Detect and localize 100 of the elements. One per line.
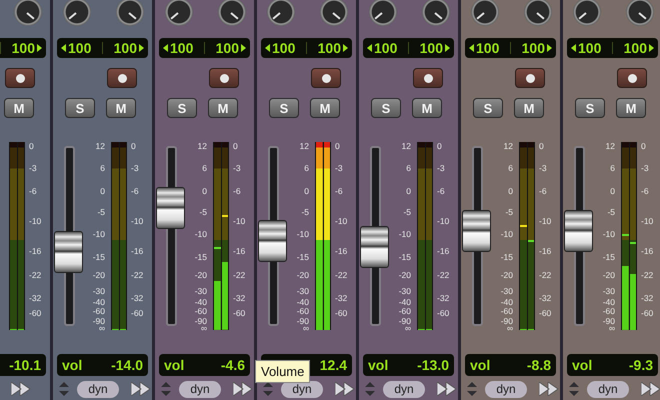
volume-label: vol (164, 357, 184, 373)
fader-scale-label: ∞ (98, 324, 105, 332)
volume-label: vol (62, 357, 82, 373)
fader-scale-label: 12 (198, 142, 207, 150)
pan-knob[interactable] (218, 0, 246, 26)
right-arrow-icon[interactable] (241, 44, 246, 52)
mute-button[interactable]: M (208, 98, 238, 118)
pan-knob[interactable] (267, 0, 295, 26)
pan-value: 100 (522, 40, 545, 56)
record-button[interactable] (311, 68, 341, 88)
right-arrow-icon[interactable] (649, 44, 654, 52)
mute-button[interactable]: M (106, 98, 136, 118)
fader-scale-label: -20 (398, 271, 411, 280)
meter-scale-label: -60 (131, 308, 144, 318)
fast-forward-icon[interactable] (233, 382, 253, 396)
right-arrow-icon[interactable] (547, 44, 552, 52)
right-arrow-icon[interactable] (445, 44, 450, 52)
up-down-arrow-icon[interactable] (263, 382, 273, 396)
meter-scale-label: -6 (539, 186, 547, 196)
up-down-arrow-icon[interactable] (569, 382, 579, 396)
fader-handle[interactable] (462, 210, 491, 252)
left-arrow-icon[interactable] (163, 44, 168, 52)
automation-mode-button[interactable]: dyn (383, 380, 425, 398)
fast-forward-icon[interactable] (11, 382, 31, 396)
pan-knob[interactable] (471, 0, 499, 26)
record-button[interactable] (515, 68, 545, 88)
meter-scale-label: -3 (131, 164, 139, 173)
meter-scale-label: 0 (335, 142, 340, 150)
fader-scale-label: 0 (508, 186, 513, 196)
up-down-arrow-icon[interactable] (467, 382, 477, 396)
fast-forward-icon[interactable] (335, 382, 355, 396)
mute-button[interactable]: M (412, 98, 442, 118)
right-arrow-icon[interactable] (343, 44, 348, 52)
solo-button[interactable]: S (269, 98, 299, 118)
left-arrow-icon[interactable] (265, 44, 270, 52)
left-arrow-icon[interactable] (571, 44, 576, 52)
meter-scale-label: -16 (29, 246, 42, 256)
pan-knob[interactable] (369, 0, 397, 26)
left-arrow-icon[interactable] (61, 44, 66, 52)
pan-knob[interactable] (573, 0, 601, 26)
meter-scale-label: -3 (233, 164, 241, 173)
solo-button[interactable]: S (65, 98, 95, 118)
mute-button[interactable]: M (4, 98, 34, 118)
right-arrow-icon[interactable] (139, 44, 144, 52)
fader-scale-label: 12 (402, 142, 411, 150)
fast-forward-icon[interactable] (437, 382, 457, 396)
meter-scale-label: -16 (539, 246, 552, 256)
fader-scale-label: -10 (398, 230, 411, 238)
fader-scale-label: -10 (194, 230, 207, 238)
mute-button[interactable]: M (514, 98, 544, 118)
fader-scale-label: -5 (301, 207, 309, 216)
solo-button[interactable]: S (371, 98, 401, 118)
fader-scale-label: -90 (500, 316, 513, 325)
pan-knob[interactable] (524, 0, 552, 26)
pan-value: 100 (420, 40, 443, 56)
fader-scale-label: -5 (97, 207, 105, 216)
volume-label: vol (368, 357, 388, 373)
record-button[interactable] (209, 68, 239, 88)
record-button[interactable] (413, 68, 443, 88)
automation-mode-button[interactable]: dyn (587, 380, 629, 398)
pan-knob[interactable] (63, 0, 91, 26)
pan-knob[interactable] (165, 0, 193, 26)
right-arrow-icon[interactable] (37, 44, 42, 52)
left-arrow-icon[interactable] (367, 44, 372, 52)
automation-mode-button[interactable]: dyn (77, 380, 119, 398)
fader-scale-label: -10 (500, 230, 513, 238)
pan-knob[interactable] (320, 0, 348, 26)
fader-handle[interactable] (156, 186, 185, 229)
left-arrow-icon[interactable] (469, 44, 474, 52)
meter-scale-label: -60 (539, 308, 552, 318)
mute-button[interactable]: M (616, 98, 646, 118)
fader-handle[interactable] (564, 210, 593, 252)
fader-handle[interactable] (54, 230, 83, 273)
fast-forward-icon[interactable] (131, 382, 151, 396)
fast-forward-icon[interactable] (641, 382, 660, 396)
record-button[interactable] (5, 68, 35, 88)
mute-button[interactable]: M (310, 98, 340, 118)
automation-mode-button[interactable]: dyn (179, 380, 221, 398)
pan-knob[interactable] (422, 0, 450, 26)
meter-scale-label: 0 (539, 142, 544, 150)
volume-value: -8.8 (526, 357, 551, 373)
fader-scale-label: -30 (500, 286, 513, 295)
meter-scale-label: -3 (437, 164, 445, 173)
meter-scale-label: -3 (29, 164, 37, 173)
solo-button[interactable]: S (167, 98, 197, 118)
record-button[interactable] (107, 68, 137, 88)
pan-knob[interactable] (14, 0, 42, 26)
pan-knob[interactable] (116, 0, 144, 26)
fast-forward-icon[interactable] (539, 382, 559, 396)
solo-button[interactable]: S (575, 98, 605, 118)
pan-value: 100 (170, 40, 194, 56)
automation-mode-button[interactable]: dyn (485, 380, 527, 398)
record-button[interactable] (617, 68, 647, 88)
pan-knob[interactable] (626, 0, 654, 26)
fader-handle[interactable] (360, 226, 389, 268)
solo-button[interactable]: S (473, 98, 503, 118)
fader-handle[interactable] (258, 220, 287, 262)
fader-scale-label: 0 (304, 186, 309, 196)
pan-value: 100 (216, 40, 239, 56)
pan-value: 100 (476, 40, 500, 56)
